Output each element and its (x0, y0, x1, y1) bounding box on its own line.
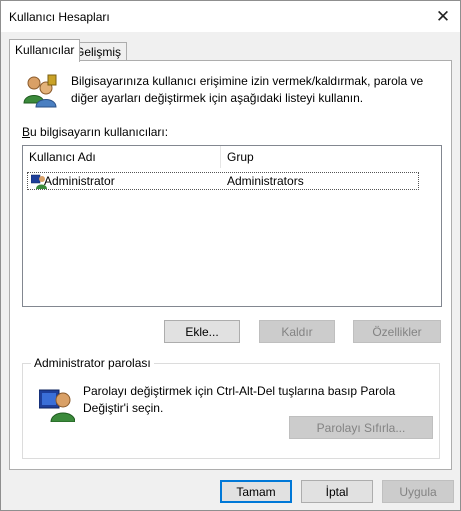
close-icon: ✕ (435, 6, 451, 26)
close-button[interactable]: ✕ (426, 1, 460, 32)
users-list-label: Bu bilgisayarın kullanıcıları: (22, 125, 169, 139)
intro-text: Bilgisayarınıza kullanıcı erişimine izin… (71, 74, 424, 105)
row-group: Administrators (227, 174, 304, 188)
users-group-icon (23, 74, 57, 108)
column-username[interactable]: Kullanıcı Adı (23, 146, 221, 168)
column-group[interactable]: Grup (221, 146, 441, 168)
password-group-legend: Administrator parolası (31, 356, 154, 370)
apply-button[interactable]: Uygula (382, 480, 454, 503)
users-tab-panel: Bilgisayarınıza kullanıcı erişimine izin… (9, 60, 452, 470)
add-button[interactable]: Ekle... (164, 320, 240, 343)
title-bar: Kullanıcı Hesapları ✕ (1, 1, 460, 32)
user-accounts-dialog: Kullanıcı Hesapları ✕ Kullanıcılar Geliş… (0, 0, 461, 511)
reset-password-button[interactable]: Parolayı Sıfırla... (289, 416, 433, 439)
ok-button[interactable]: Tamam (220, 480, 292, 503)
window-title: Kullanıcı Hesapları (9, 10, 110, 24)
password-groupbox: Administrator parolası Parolayı değiştir… (22, 356, 440, 459)
table-row[interactable]: Administrator Administrators (27, 172, 419, 190)
user-password-icon (39, 389, 75, 422)
password-group-text: Parolayı değiştirmek için Ctrl-Alt-Del t… (83, 384, 396, 415)
properties-button[interactable]: Özellikler (353, 320, 441, 343)
row-username: Administrator (44, 174, 115, 188)
listview-header: Kullanıcı Adı Grup (23, 146, 441, 168)
cancel-button[interactable]: İptal (301, 480, 373, 503)
users-listview[interactable]: Kullanıcı Adı Grup Administrator Adminis… (22, 145, 442, 307)
remove-button[interactable]: Kaldır (259, 320, 335, 343)
tab-users[interactable]: Kullanıcılar (9, 39, 81, 62)
